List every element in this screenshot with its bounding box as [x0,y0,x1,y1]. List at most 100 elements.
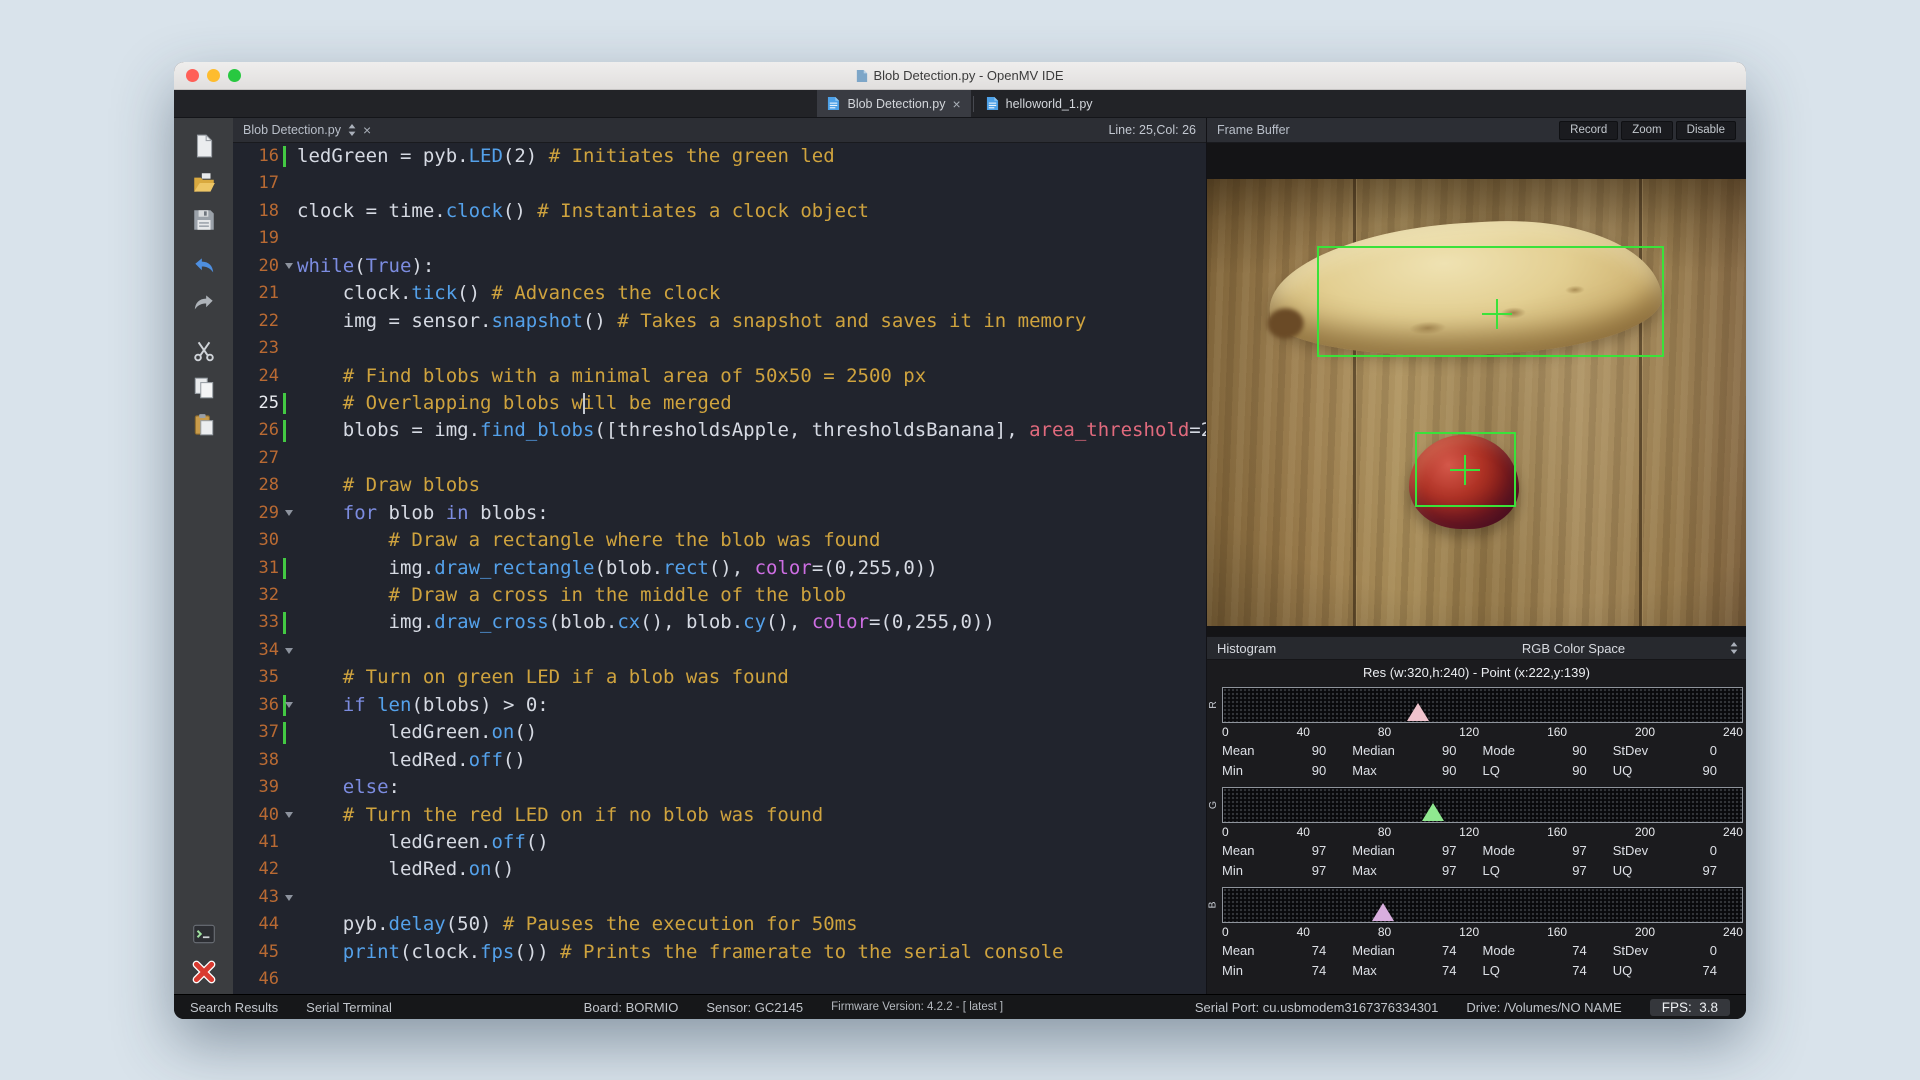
tab-helloworld[interactable]: helloworld_1.py [976,90,1103,117]
gutter-marker-area [279,280,297,307]
code-line[interactable]: 18clock = time.clock() # Instantiates a … [233,198,1206,225]
code-text: ledRed.on() [297,856,1206,883]
code-line[interactable]: 23 [233,335,1206,362]
gutter-marker-area [279,527,297,554]
document-icon [856,69,868,83]
axis-tick-label: 200 [1635,925,1655,939]
tab-blob-detection[interactable]: Blob Detection.py × [817,90,970,117]
copy-button[interactable] [186,372,222,404]
code-line[interactable]: 43 [233,884,1206,911]
stop-close-button[interactable] [186,956,222,988]
fold-arrow-icon[interactable] [285,812,293,818]
code-text: # Draw a cross in the middle of the blob [297,582,1206,609]
histogram-marker [1372,903,1394,921]
fold-arrow-icon[interactable] [285,648,293,654]
code-editor[interactable]: 16ledGreen = pyb.LED(2) # Initiates the … [233,143,1206,994]
close-document-icon[interactable]: × [363,122,371,138]
code-line[interactable]: 19 [233,225,1206,252]
code-text: ledRed.off() [297,747,1206,774]
color-space-value: RGB Color Space [1522,641,1625,656]
fps-label: FPS: 3.8 [1650,999,1730,1016]
search-results-button[interactable]: Search Results [190,1000,278,1015]
code-line[interactable]: 41 ledGreen.off() [233,829,1206,856]
cut-button[interactable] [186,335,222,367]
code-line[interactable]: 34 [233,637,1206,664]
code-line[interactable]: 17 [233,170,1206,197]
new-file-button[interactable] [186,130,222,162]
gutter-marker-area [279,582,297,609]
line-number: 18 [233,198,279,225]
code-line[interactable]: 20while(True): [233,253,1206,280]
disable-button[interactable]: Disable [1676,121,1736,140]
fold-arrow-icon[interactable] [285,895,293,901]
code-text: # Turn on green LED if a blob was found [297,664,1206,691]
open-file-button[interactable] [186,167,222,199]
code-line[interactable]: 46 [233,966,1206,993]
zoom-window-button[interactable] [228,69,241,82]
axis-tick-label: 80 [1378,725,1391,739]
code-line[interactable]: 22 img = sensor.snapshot() # Takes a sna… [233,308,1206,335]
code-line[interactable]: 31 img.draw_rectangle(blob.rect(), color… [233,555,1206,582]
code-line[interactable]: 24 # Find blobs with a minimal area of 5… [233,363,1206,390]
open-document-selector[interactable]: Blob Detection.py × [243,122,371,138]
code-text: ledGreen = pyb.LED(2) # Initiates the gr… [297,143,1206,170]
paste-button[interactable] [186,409,222,441]
code-line[interactable]: 39 else: [233,774,1206,801]
axis-tick-label: 160 [1547,925,1567,939]
stat-uq: UQ97 [1613,861,1743,881]
code-line[interactable]: 40 # Turn the red LED on if no blob was … [233,802,1206,829]
code-line[interactable]: 35 # Turn on green LED if a blob was fou… [233,664,1206,691]
code-text: # Overlapping blobs will be merged [297,390,1206,417]
code-line[interactable]: 29 for blob in blobs: [233,500,1206,527]
undo-button[interactable] [186,251,222,283]
save-file-button[interactable] [186,204,222,236]
code-line[interactable]: 27 [233,445,1206,472]
code-line[interactable]: 36 if len(blobs) > 0: [233,692,1206,719]
resolution-point-label: Res (w:320,h:240) - Point (x:222,y:139) [1207,660,1746,685]
code-line[interactable]: 28 # Draw blobs [233,472,1206,499]
code-line[interactable]: 38 ledRed.off() [233,747,1206,774]
channel-label: R [1207,701,1219,709]
code-line[interactable]: 30 # Draw a rectangle where the blob was… [233,527,1206,554]
fold-arrow-icon[interactable] [285,702,293,708]
gutter-marker-area [279,445,297,472]
code-line[interactable]: 32 # Draw a cross in the middle of the b… [233,582,1206,609]
code-line[interactable]: 33 img.draw_cross(blob.cx(), blob.cy(), … [233,609,1206,636]
code-line[interactable]: 45 print(clock.fps()) # Prints the frame… [233,939,1206,966]
gutter-marker-area [279,253,297,280]
color-space-select[interactable]: RGB Color Space [1401,637,1746,659]
code-text: img.draw_cross(blob.cx(), blob.cy(), col… [297,609,1206,636]
redo-button[interactable] [186,288,222,320]
record-button[interactable]: Record [1559,121,1618,140]
code-line[interactable]: 42 ledRed.on() [233,856,1206,883]
code-line[interactable]: 44 pyb.delay(50) # Pauses the execution … [233,911,1206,938]
close-window-button[interactable] [186,69,199,82]
zoom-button[interactable]: Zoom [1621,121,1672,140]
code-line[interactable]: 26 blobs = img.find_blobs([thresholdsApp… [233,417,1206,444]
fold-arrow-icon[interactable] [285,263,293,269]
frame-buffer-title: Frame Buffer [1217,123,1290,137]
serial-port-label: Serial Port: cu.usbmodem3167376334301 [1195,1000,1439,1015]
minimize-window-button[interactable] [207,69,220,82]
serial-terminal-button-icon[interactable] [186,918,222,950]
window-title: Blob Detection.py - OpenMV IDE [174,68,1746,83]
gutter-marker-area [279,390,297,417]
code-text [297,884,1206,911]
gutter-marker-area [279,966,297,993]
tab-close-icon[interactable]: × [952,97,960,111]
code-line[interactable]: 16ledGreen = pyb.LED(2) # Initiates the … [233,143,1206,170]
code-line[interactable]: 37 ledGreen.on() [233,719,1206,746]
axis-tick-label: 120 [1459,925,1479,939]
code-text [297,445,1206,472]
axis-labels: 04080120160200240 [1222,724,1743,740]
fold-arrow-icon[interactable] [285,510,293,516]
left-toolbar [174,118,233,994]
frame-buffer-header: Frame Buffer Record Zoom Disable [1207,118,1746,143]
code-line[interactable]: 21 clock.tick() # Advances the clock [233,280,1206,307]
code-text [297,170,1206,197]
gutter-marker-area [279,555,297,582]
code-line[interactable]: 25 # Overlapping blobs will be merged [233,390,1206,417]
serial-terminal-button[interactable]: Serial Terminal [306,1000,392,1015]
code-text: clock.tick() # Advances the clock [297,280,1206,307]
frame-buffer-image[interactable] [1207,179,1746,626]
